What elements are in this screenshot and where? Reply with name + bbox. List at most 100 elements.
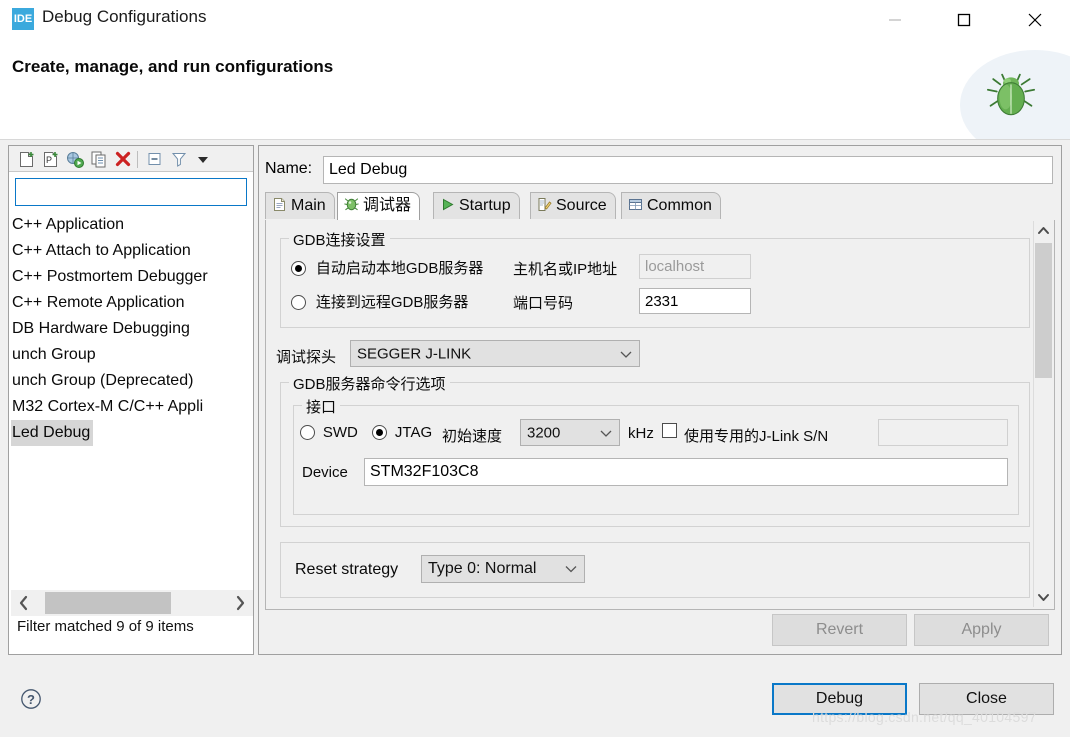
- run-arrow-icon: [440, 195, 455, 211]
- watermark-text: https://blog.csdn.net/qq_40104597: [812, 709, 1037, 725]
- scroll-right-button[interactable]: [227, 590, 253, 616]
- minimize-button[interactable]: [872, 0, 918, 40]
- chevron-down-icon: [565, 561, 577, 577]
- filter-input[interactable]: [15, 178, 247, 206]
- tab-label: Startup: [459, 197, 511, 214]
- port-label: 端口号码: [513, 295, 574, 312]
- scroll-down-button[interactable]: [1034, 588, 1053, 607]
- configuration-editor-panel: Name: Main: [258, 145, 1062, 655]
- tab-startup[interactable]: Startup: [433, 192, 520, 219]
- list-item[interactable]: C++ Postmortem Debugger: [11, 264, 253, 290]
- list-item-label: C++ Remote Application: [12, 294, 185, 311]
- auto-start-radio[interactable]: [291, 261, 306, 276]
- delete-icon[interactable]: [113, 150, 133, 169]
- list-item-label: unch Group: [12, 346, 96, 363]
- gdb-connection-group: GDB连接设置 自动启动本地GDB服务器 主机名或IP地址 连接到远程GDB服务…: [280, 229, 1030, 328]
- new-launch-group-icon[interactable]: [65, 150, 85, 169]
- minimize-icon: [889, 19, 901, 21]
- swd-radio-row[interactable]: SWD: [300, 424, 358, 441]
- chevron-down-icon: [1038, 594, 1049, 601]
- jtag-radio[interactable]: [372, 425, 387, 440]
- scroll-left-button[interactable]: [11, 590, 37, 616]
- tab-label: Main: [291, 197, 326, 214]
- new-configuration-icon[interactable]: [17, 150, 37, 169]
- tab-common[interactable]: Common: [621, 192, 721, 219]
- host-input[interactable]: [639, 254, 751, 279]
- reset-strategy-group: Reset strategy Type 0: Normal: [280, 542, 1030, 598]
- list-item-label: C++ Postmortem Debugger: [12, 268, 208, 285]
- window-title: Debug Configurations: [42, 7, 207, 26]
- use-dedicated-sn-checkbox[interactable]: [662, 423, 677, 438]
- list-item[interactable]: DB Hardware Debugging: [11, 316, 253, 342]
- speed-select[interactable]: 3200: [520, 419, 620, 446]
- port-input[interactable]: [639, 288, 751, 314]
- new-prototype-icon[interactable]: P: [41, 150, 61, 169]
- scroll-thumb[interactable]: [1035, 243, 1052, 378]
- help-icon[interactable]: ?: [20, 688, 42, 710]
- gdb-connection-group-title: GDB连接设置: [289, 229, 390, 250]
- list-item-led-debug[interactable]: Led Debug: [11, 420, 253, 446]
- tab-debugger[interactable]: 调试器: [337, 192, 421, 220]
- duplicate-icon[interactable]: [89, 150, 109, 169]
- view-menu-icon[interactable]: [193, 150, 213, 169]
- gdb-server-options-title: GDB服务器命令行选项: [289, 373, 450, 394]
- speed-label: 初始速度: [442, 428, 503, 445]
- svg-text:P: P: [46, 155, 52, 165]
- page-title: Create, manage, and run configurations: [12, 57, 334, 76]
- source-pencil-icon: [537, 195, 552, 211]
- apply-button[interactable]: Apply: [914, 614, 1049, 646]
- speed-value: 3200: [527, 424, 561, 441]
- list-item[interactable]: unch Group (Deprecated): [11, 368, 253, 394]
- app-icon: IDE: [12, 8, 34, 30]
- speed-unit-label: kHz: [628, 425, 654, 442]
- debugger-bug-icon: [344, 195, 359, 211]
- tab-label: 调试器: [363, 197, 412, 214]
- probe-select[interactable]: SEGGER J-LINK: [350, 340, 640, 367]
- scroll-thumb[interactable]: [45, 592, 171, 614]
- list-item[interactable]: C++ Application: [11, 212, 253, 238]
- filter-icon[interactable]: [169, 150, 189, 169]
- tab-source[interactable]: Source: [530, 192, 616, 219]
- configurations-list[interactable]: C++ Application C++ Attach to Applicatio…: [11, 212, 253, 584]
- maximize-button[interactable]: [941, 0, 987, 40]
- auto-start-radio-row[interactable]: 自动启动本地GDB服务器: [291, 257, 483, 278]
- list-item-label: unch Group (Deprecated): [12, 372, 194, 389]
- chevron-down-icon: [620, 346, 632, 361]
- remote-radio-row[interactable]: 连接到远程GDB服务器: [291, 291, 468, 312]
- jtag-label: JTAG: [394, 424, 433, 441]
- filter-status-text: Filter matched 9 of 9 items: [17, 618, 194, 635]
- interface-group: 接口 SWD JTAG 初始速度 3200 kHz 使用专用的J-Link S/…: [293, 396, 1019, 515]
- table-icon: [628, 195, 643, 210]
- name-input[interactable]: [323, 156, 1053, 184]
- tab-label: Source: [556, 197, 607, 214]
- reset-strategy-select[interactable]: Type 0: Normal: [421, 555, 585, 583]
- list-item[interactable]: C++ Attach to Application: [11, 238, 253, 264]
- remote-radio[interactable]: [291, 295, 306, 310]
- tab-label: Common: [647, 197, 712, 214]
- list-item-label: C++ Attach to Application: [12, 242, 191, 259]
- swd-radio[interactable]: [300, 425, 315, 440]
- chevron-up-icon: [1038, 227, 1049, 234]
- configurations-panel: P C++ Application C++ Attach to Applicat…: [8, 145, 254, 655]
- document-icon: [272, 195, 287, 211]
- bug-icon: [987, 73, 1035, 116]
- interface-group-title: 接口: [302, 396, 341, 417]
- host-label: 主机名或IP地址: [513, 261, 618, 278]
- tab-main[interactable]: Main: [265, 192, 335, 219]
- content-vertical-scrollbar[interactable]: [1033, 221, 1053, 607]
- close-icon: [1028, 13, 1042, 27]
- dedicated-sn-input[interactable]: [878, 419, 1008, 446]
- close-button[interactable]: [1012, 0, 1058, 40]
- jtag-radio-row[interactable]: JTAG: [372, 424, 432, 441]
- toolbar-separator: [137, 151, 138, 168]
- list-horizontal-scrollbar[interactable]: [11, 590, 253, 616]
- remote-label: 连接到远程GDB服务器: [315, 294, 469, 311]
- revert-button[interactable]: Revert: [772, 614, 907, 646]
- device-input[interactable]: [364, 458, 1008, 486]
- scroll-up-button[interactable]: [1034, 221, 1053, 240]
- list-item[interactable]: C++ Remote Application: [11, 290, 253, 316]
- use-dedicated-sn-label: 使用专用的J-Link S/N: [684, 428, 829, 445]
- collapse-all-icon[interactable]: [145, 150, 165, 169]
- list-item[interactable]: unch Group: [11, 342, 253, 368]
- list-item[interactable]: M32 Cortex-M C/C++ Appli: [11, 394, 253, 420]
